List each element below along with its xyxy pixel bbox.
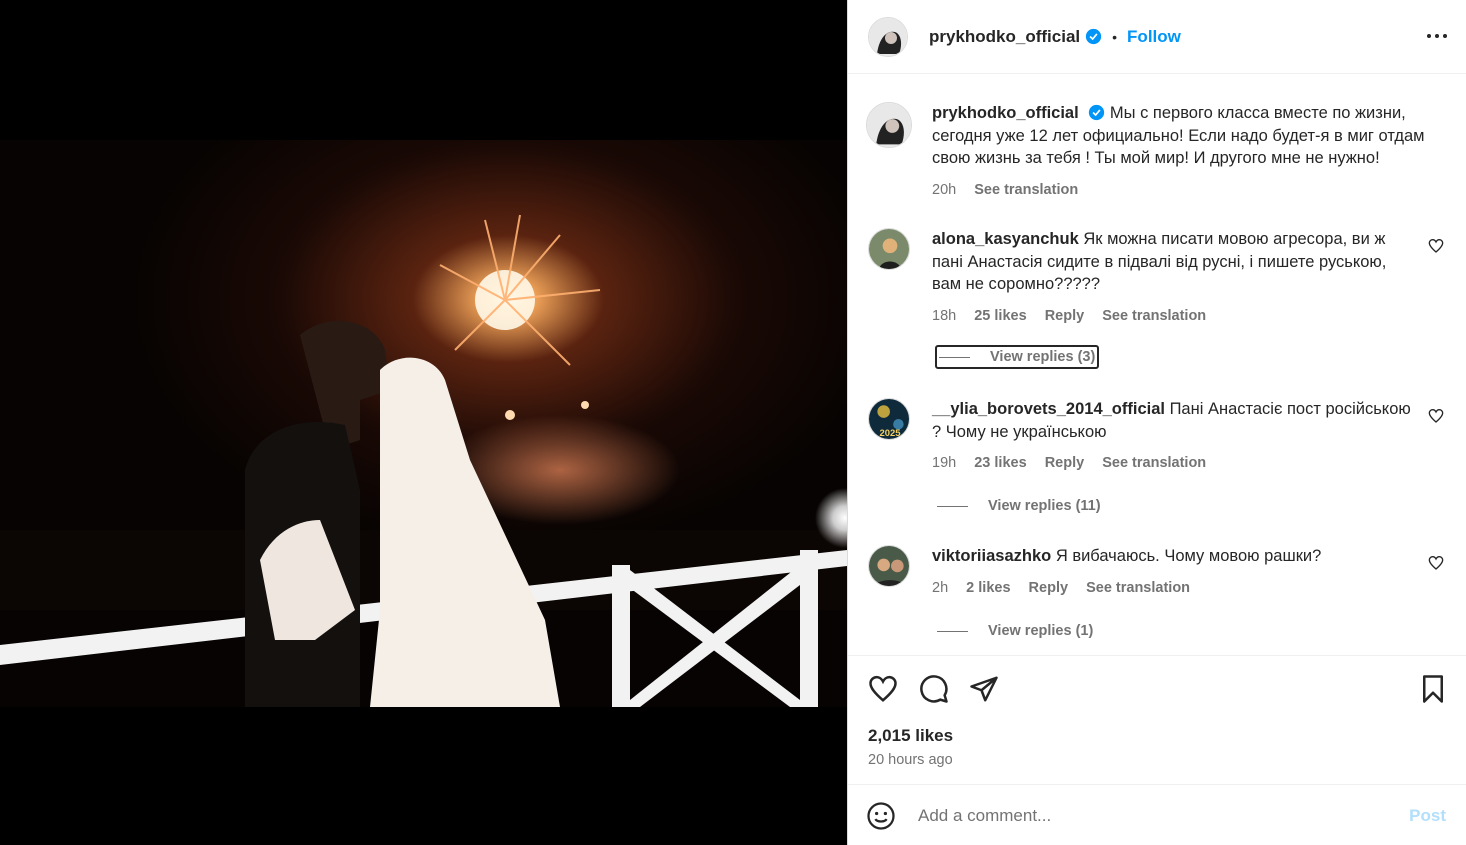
post-actions: 2,015 likes 20 hours ago xyxy=(848,655,1466,785)
caption-username[interactable]: prykhodko_official xyxy=(932,104,1079,122)
comment-likes[interactable]: 25 likes xyxy=(974,308,1026,324)
follow-button[interactable]: Follow xyxy=(1127,27,1181,47)
author-avatar[interactable] xyxy=(866,102,912,148)
post-comment-button[interactable]: Post xyxy=(1409,806,1446,826)
see-translation-button[interactable]: See translation xyxy=(1086,580,1190,596)
comment-time: 18h xyxy=(932,307,957,324)
bookmark-icon[interactable] xyxy=(1418,674,1448,704)
comment: viktoriiasazhko Я вибачаюсь. Чому мовою … xyxy=(868,545,1446,599)
post-time: 20 hours ago xyxy=(868,752,953,768)
reply-button[interactable]: Reply xyxy=(1029,580,1069,596)
comments-list[interactable]: prykhodko_official Мы с первого класса в… xyxy=(848,75,1466,655)
author-avatar[interactable] xyxy=(868,16,908,57)
reply-button[interactable]: Reply xyxy=(1045,455,1085,471)
replies-line xyxy=(937,505,968,507)
more-options-icon[interactable] xyxy=(1426,26,1448,46)
comment: 2025 __ylia_borovets_2014_official Пані … xyxy=(868,398,1446,475)
view-replies-button[interactable]: View replies (3) xyxy=(935,345,1100,369)
view-replies-label: View replies (11) xyxy=(988,498,1101,514)
comment-text: Я вибачаюсь. Чому мовою рашки? xyxy=(1055,547,1322,565)
see-translation-button[interactable]: See translation xyxy=(1102,455,1206,471)
likes-count[interactable]: 2,015 likes xyxy=(868,726,953,746)
post-side-panel: prykhodko_official • Follow prykhodko_of… xyxy=(847,0,1466,845)
view-replies-button[interactable]: View replies (1) xyxy=(935,619,1095,643)
share-icon[interactable] xyxy=(969,674,999,704)
heart-icon[interactable] xyxy=(868,674,898,704)
post-photo[interactable] xyxy=(0,140,847,707)
post-media xyxy=(0,0,847,845)
reply-button[interactable]: Reply xyxy=(1045,308,1085,324)
view-replies-label: View replies (1) xyxy=(988,623,1094,639)
view-replies-label: View replies (3) xyxy=(990,349,1096,365)
emoji-icon[interactable] xyxy=(866,801,896,831)
replies-line xyxy=(939,356,970,358)
avatar[interactable] xyxy=(868,545,910,587)
comment-likes[interactable]: 23 likes xyxy=(974,455,1026,471)
comment-username[interactable]: alona_kasyanchuk xyxy=(932,230,1079,248)
like-comment-heart-icon[interactable] xyxy=(1428,555,1444,571)
add-comment-bar: Post xyxy=(848,786,1466,845)
like-comment-heart-icon[interactable] xyxy=(1428,408,1444,424)
add-comment-input[interactable] xyxy=(918,805,1410,826)
view-replies-button[interactable]: View replies (11) xyxy=(935,494,1103,518)
like-comment-heart-icon[interactable] xyxy=(1428,238,1444,254)
verified-badge-icon xyxy=(1089,104,1105,121)
author-username[interactable]: prykhodko_official xyxy=(929,27,1080,47)
avatar-year-text: 2025 xyxy=(880,428,901,439)
avatar[interactable] xyxy=(868,228,910,270)
comment-time: 2h xyxy=(932,579,949,596)
comment-icon[interactable] xyxy=(919,674,949,704)
comment-username[interactable]: viktoriiasazhko xyxy=(932,547,1051,565)
comment: alona_kasyanchuk Як можна писати мовою а… xyxy=(868,228,1446,327)
comment-username[interactable]: __ylia_borovets_2014_official xyxy=(932,400,1165,418)
comment-time: 19h xyxy=(932,455,957,471)
comment-likes[interactable]: 2 likes xyxy=(966,580,1010,596)
avatar[interactable]: 2025 xyxy=(868,398,910,440)
caption: prykhodko_official Мы с первого класса в… xyxy=(866,102,1446,201)
separator-dot: • xyxy=(1112,28,1118,45)
caption-time: 20h xyxy=(932,181,957,198)
see-translation-button[interactable]: See translation xyxy=(1102,308,1206,324)
see-translation-button[interactable]: See translation xyxy=(974,182,1078,198)
post-header: prykhodko_official • Follow xyxy=(848,0,1466,74)
verified-badge-icon xyxy=(1085,28,1102,45)
replies-line xyxy=(937,630,968,632)
